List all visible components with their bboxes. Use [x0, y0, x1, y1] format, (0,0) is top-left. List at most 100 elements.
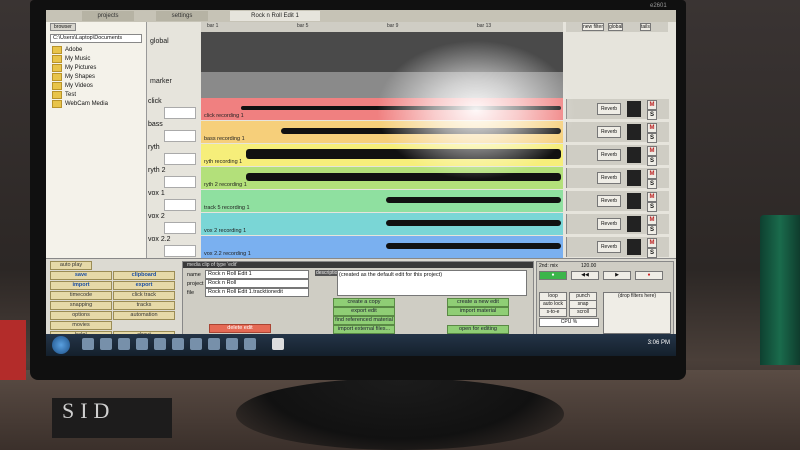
clock[interactable]: 3:06 PM: [648, 340, 670, 346]
plugin-button[interactable]: Reverb: [597, 241, 621, 253]
tab-settings[interactable]: settings: [156, 11, 208, 21]
solo-button[interactable]: S: [647, 225, 657, 235]
mute-button[interactable]: M: [647, 215, 657, 225]
track-name[interactable]: vox 2: [148, 213, 165, 220]
track-controls[interactable]: [164, 107, 196, 119]
plugin-button[interactable]: Reverb: [597, 218, 621, 230]
app-icon[interactable]: [136, 338, 148, 350]
track-name[interactable]: vox 2.2: [148, 236, 171, 243]
solo-button[interactable]: S: [647, 202, 657, 212]
tracks-button[interactable]: tracks: [113, 301, 175, 310]
plugin-button[interactable]: Reverb: [597, 103, 621, 115]
folder-item[interactable]: My Videos: [52, 81, 146, 90]
master-filter-drop[interactable]: (drop filters here): [603, 292, 671, 334]
snapping-button[interactable]: snapping: [50, 301, 112, 310]
tempo-readout[interactable]: 120.00: [581, 263, 596, 269]
app-icon[interactable]: [208, 338, 220, 350]
mute-button[interactable]: M: [647, 192, 657, 202]
new-filter-button[interactable]: new filter: [582, 23, 605, 31]
track-name[interactable]: bass: [148, 121, 163, 128]
record-icon[interactable]: ●: [635, 271, 663, 280]
path-field[interactable]: C:\Users\Laptop\Documents: [50, 34, 142, 43]
s-to-e-button[interactable]: s-to-e: [539, 308, 567, 317]
export-button[interactable]: export: [113, 281, 175, 290]
track-controls[interactable]: [164, 176, 196, 188]
marker-lane[interactable]: [201, 72, 563, 98]
track-lane[interactable]: ryth recording 1: [201, 144, 563, 166]
mute-button[interactable]: M: [647, 169, 657, 179]
mute-button[interactable]: M: [647, 100, 657, 110]
mute-button[interactable]: M: [647, 146, 657, 156]
rewind-icon[interactable]: ◀◀: [571, 271, 599, 280]
track-controls[interactable]: [164, 130, 196, 142]
auto-play-toggle[interactable]: auto play: [50, 261, 92, 270]
find-referenced-material-button[interactable]: find referenced material: [333, 316, 395, 325]
app-icon[interactable]: [226, 338, 238, 350]
file-field[interactable]: Rock n Roll Edit 1.tracktionedit: [205, 288, 309, 297]
solo-button[interactable]: S: [647, 110, 657, 120]
solo-button[interactable]: S: [647, 133, 657, 143]
start-button-icon[interactable]: [52, 336, 70, 354]
track-controls[interactable]: [164, 199, 196, 211]
plugin-button[interactable]: Reverb: [597, 149, 621, 161]
export-edit-button[interactable]: export edit: [333, 307, 395, 316]
mute-button[interactable]: M: [647, 123, 657, 133]
clipboard-button[interactable]: clipboard: [113, 271, 175, 280]
timecode-button[interactable]: timecode: [50, 291, 112, 300]
folder-item[interactable]: WebCam Media: [52, 99, 146, 108]
track-controls[interactable]: [164, 153, 196, 165]
track-lane[interactable]: vox 2 recording 1: [201, 213, 563, 235]
options-button[interactable]: options: [50, 311, 112, 320]
import-button[interactable]: import: [50, 281, 112, 290]
folder-item[interactable]: Test: [52, 90, 146, 99]
folder-item[interactable]: My Pictures: [52, 63, 146, 72]
global-lane[interactable]: [201, 32, 563, 72]
browser-button[interactable]: browser: [50, 23, 76, 31]
open-for-editing-button[interactable]: open for editing: [447, 325, 509, 334]
name-field[interactable]: Rock n Roll Edit 1: [205, 270, 309, 279]
play-icon[interactable]: ▶: [603, 271, 631, 280]
automation-button[interactable]: automation: [113, 311, 175, 320]
app-icon[interactable]: [154, 338, 166, 350]
track-lane[interactable]: click recording 1: [201, 98, 563, 120]
folder-item[interactable]: Adobe: [52, 45, 146, 54]
solo-button[interactable]: S: [647, 179, 657, 189]
track-name[interactable]: ryth 2: [148, 167, 166, 174]
track-name[interactable]: vox 1: [148, 190, 165, 197]
create-new-edit-button[interactable]: create a new edit: [447, 298, 509, 307]
tab-edit[interactable]: Rock n Roll Edit 1: [230, 11, 320, 21]
click-track-button[interactable]: click track: [113, 291, 175, 300]
solo-button[interactable]: S: [647, 156, 657, 166]
scroll-button[interactable]: scroll: [569, 308, 597, 317]
folder-item[interactable]: My Music: [52, 54, 146, 63]
track-lane[interactable]: track 5 recording 1: [201, 190, 563, 212]
tails-button[interactable]: tails: [640, 23, 651, 31]
solo-button[interactable]: S: [647, 248, 657, 258]
track-name[interactable]: click: [148, 98, 162, 105]
delete-edit-button[interactable]: delete edit: [209, 324, 271, 333]
app-icon[interactable]: [172, 338, 184, 350]
tab-projects[interactable]: projects: [82, 11, 134, 21]
save-button[interactable]: save: [50, 271, 112, 280]
import-material-button[interactable]: import material: [447, 307, 509, 316]
track-controls[interactable]: [164, 245, 196, 257]
track-lane[interactable]: bass recording 1: [201, 121, 563, 143]
import-external-files-button[interactable]: import external files...: [333, 325, 395, 334]
mute-button[interactable]: M: [647, 238, 657, 248]
create-copy-button[interactable]: create a copy: [333, 298, 395, 307]
description-field[interactable]: (created as the default edit for this pr…: [337, 270, 527, 296]
explorer-icon[interactable]: [100, 338, 112, 350]
app-icon[interactable]: [190, 338, 202, 350]
track-lane[interactable]: ryth 2 recording 1: [201, 167, 563, 189]
tracktion-icon[interactable]: [272, 338, 284, 350]
plugin-button[interactable]: Reverb: [597, 172, 621, 184]
global-button[interactable]: global: [608, 23, 624, 31]
media-player-icon[interactable]: [118, 338, 130, 350]
ie-icon[interactable]: [82, 338, 94, 350]
movies-button[interactable]: movies: [50, 321, 112, 330]
plugin-button[interactable]: Reverb: [597, 126, 621, 138]
track-controls[interactable]: [164, 222, 196, 234]
track-name[interactable]: ryth: [148, 144, 160, 151]
project-field[interactable]: Rock n Roll: [205, 279, 309, 288]
plugin-button[interactable]: Reverb: [597, 195, 621, 207]
